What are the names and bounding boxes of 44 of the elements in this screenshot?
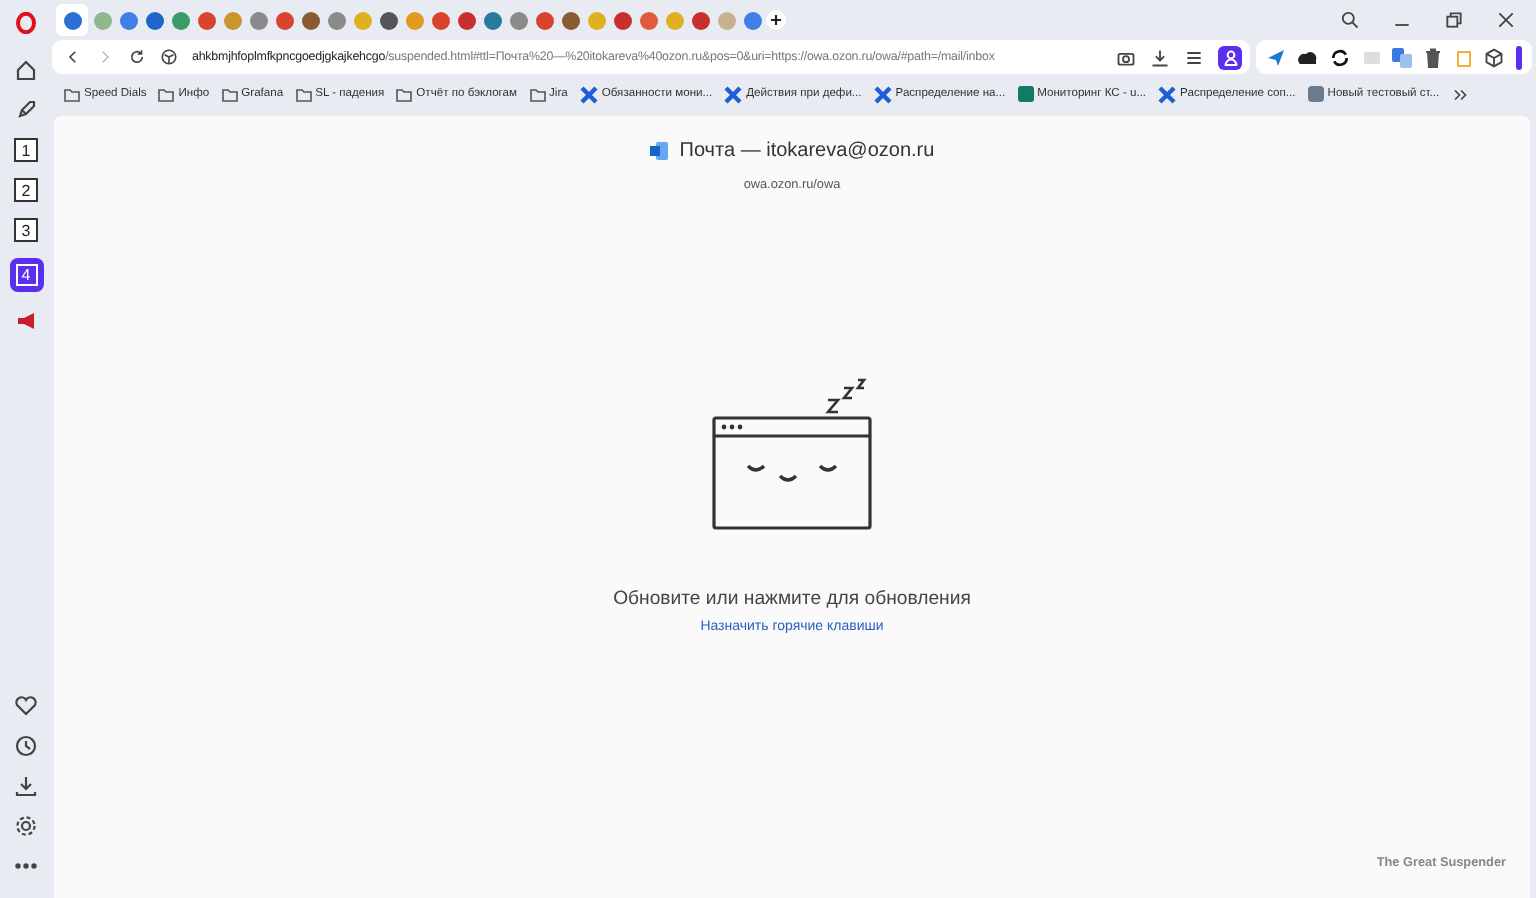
close-icon[interactable] (1496, 10, 1516, 30)
sync-icon[interactable] (1329, 47, 1350, 67)
page-title: Почта — itokareva@ozon.ru (679, 140, 935, 162)
download-icon[interactable] (1150, 47, 1170, 67)
settings-icon[interactable] (14, 814, 38, 838)
workspace-button[interactable]: 1 (14, 138, 38, 162)
folder-icon (396, 87, 413, 101)
cross-icon (724, 85, 743, 103)
search-icon[interactable] (1340, 10, 1360, 30)
sidebar-toggle-icon[interactable] (1515, 45, 1522, 69)
restore-icon[interactable] (1444, 10, 1464, 30)
new-tab-icon[interactable] (766, 10, 786, 30)
history-icon[interactable] (14, 734, 38, 758)
folder-icon (529, 87, 546, 101)
trash-icon[interactable] (1424, 47, 1443, 67)
menu-icon[interactable] (1184, 47, 1204, 67)
folder-icon (158, 87, 175, 101)
workspace-button[interactable]: 2 (14, 178, 38, 202)
mail-icon (649, 142, 668, 160)
folder-icon (295, 87, 312, 101)
workspace-button[interactable]: 3 (14, 218, 38, 242)
heart-icon[interactable] (14, 694, 38, 718)
profile-button[interactable] (1218, 45, 1242, 69)
workspace-button[interactable]: 4 (9, 258, 43, 292)
folder-icon (64, 87, 80, 101)
megaphone-icon[interactable] (15, 311, 37, 329)
camera-icon[interactable] (1116, 47, 1136, 67)
folder-icon (221, 87, 238, 101)
download-icon[interactable] (14, 774, 38, 798)
cross-icon (1158, 85, 1177, 103)
chevrons-icon[interactable] (1451, 85, 1470, 103)
reload-message: Обновите или нажмите для обновления (613, 588, 971, 610)
cube-icon[interactable] (1484, 47, 1505, 67)
translate-icon[interactable] (1392, 47, 1413, 67)
browser-tab[interactable] (56, 4, 88, 36)
cloud-icon[interactable] (1297, 47, 1318, 67)
paper-plane-icon[interactable] (1265, 47, 1286, 67)
back-icon[interactable] (64, 48, 82, 66)
cross-icon (873, 85, 892, 103)
reload-icon[interactable] (128, 48, 146, 66)
person-icon (1223, 49, 1237, 65)
home-icon[interactable] (14, 58, 38, 82)
cross-icon (579, 85, 598, 103)
opera-logo-icon[interactable] (16, 12, 36, 34)
